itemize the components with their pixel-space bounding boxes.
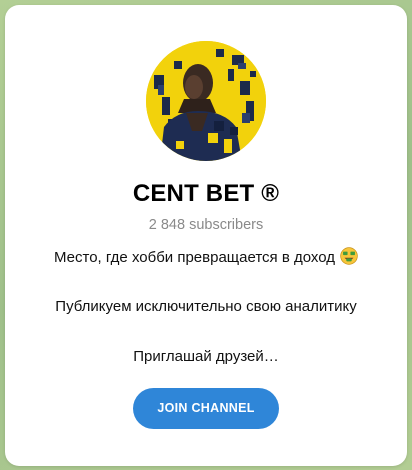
description-line-1: Место, где хобби превращается в доход	[5, 247, 407, 266]
money-mouth-face-icon	[340, 247, 358, 265]
description-line-3: Приглашай друзей…	[133, 348, 279, 365]
description-line-2: Публикуем исключительно свою аналитику	[55, 298, 357, 315]
avatar-image	[146, 41, 266, 161]
join-channel-button[interactable]: JOIN CHANNEL	[133, 388, 279, 429]
channel-card: CENT BET ® 2 848 subscribers Место, где …	[5, 5, 407, 466]
channel-avatar	[146, 41, 266, 161]
channel-title: CENT BET ®	[132, 180, 280, 207]
subscriber-count: 2 848 subscribers	[148, 217, 264, 233]
description-line-1-text: Место, где хобби превращается в доход	[54, 249, 335, 266]
